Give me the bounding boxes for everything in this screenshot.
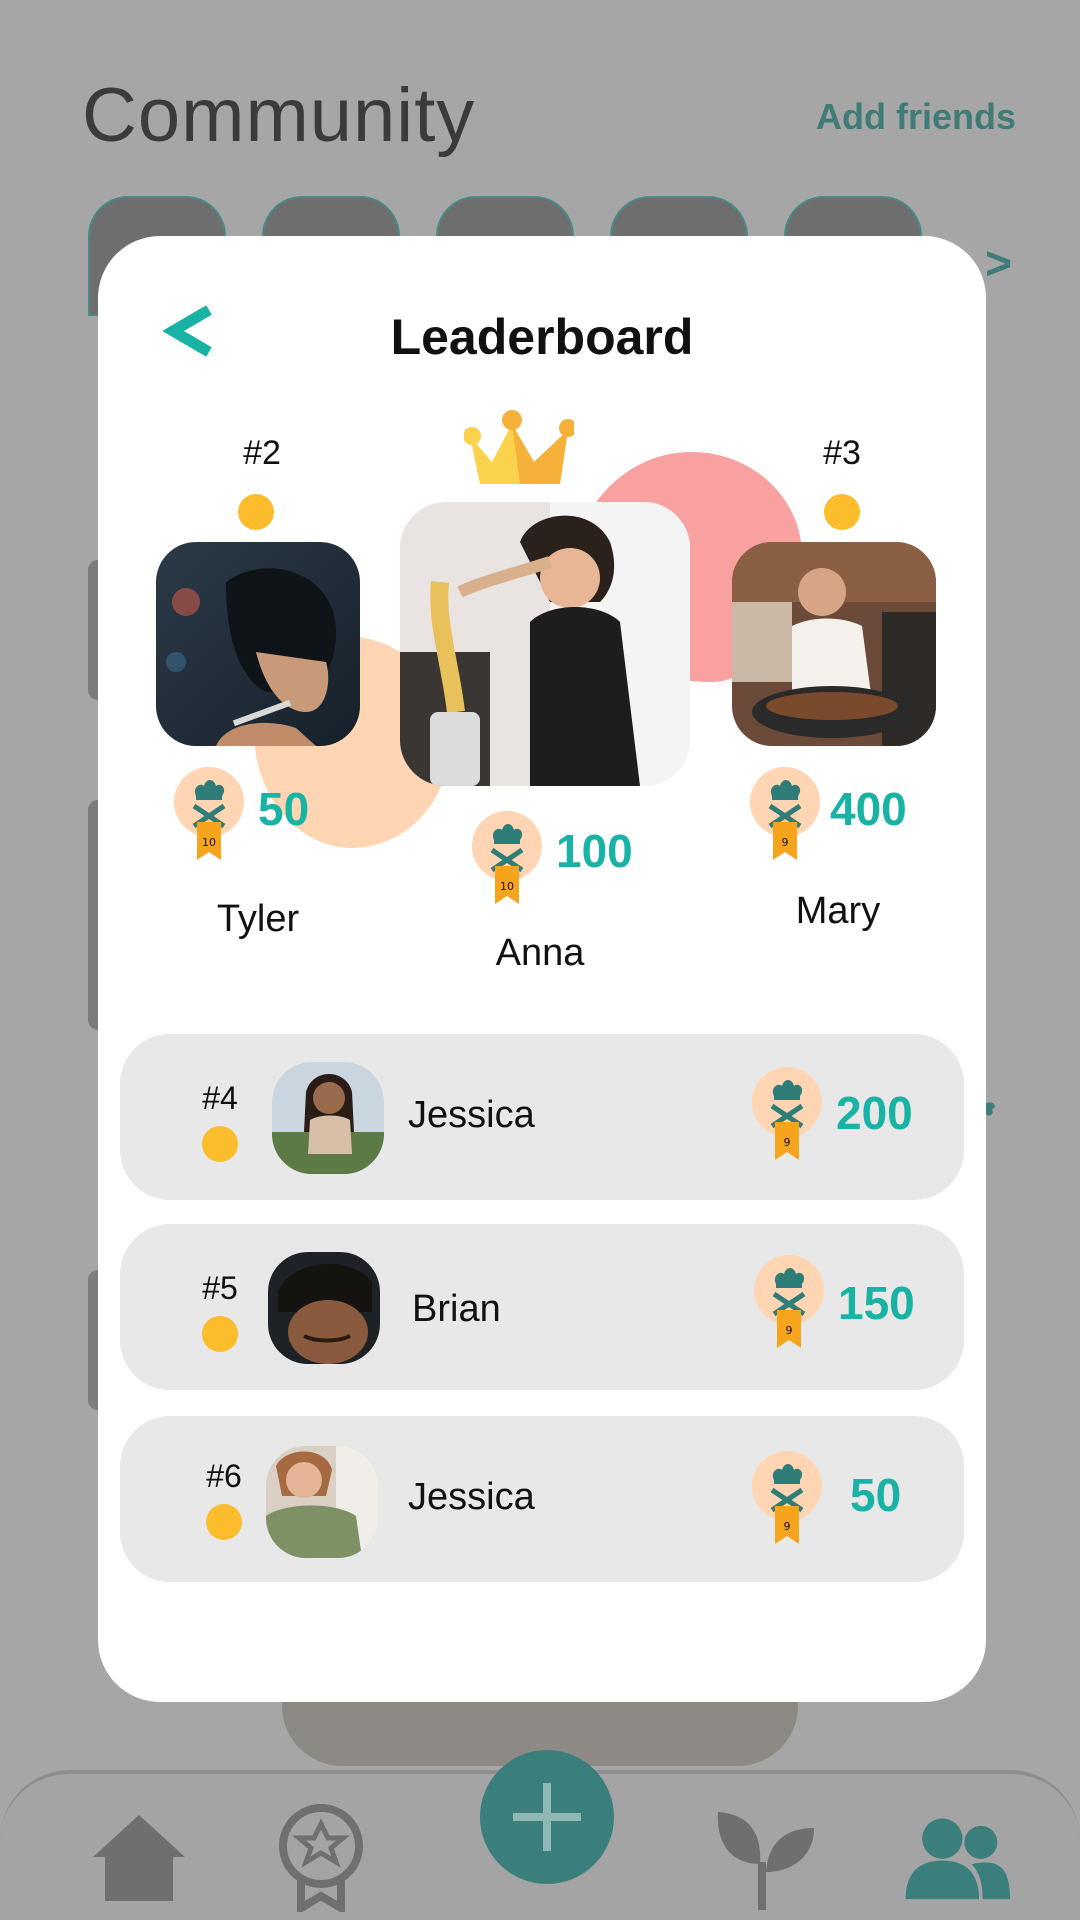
row-name: Brian xyxy=(412,1288,501,1330)
name-mary: Mary xyxy=(795,890,881,932)
avatar-mary[interactable] xyxy=(732,542,936,746)
badge-level: 9 xyxy=(786,1324,793,1337)
badge-level: 10 xyxy=(500,880,514,893)
leaderboard-row[interactable]: #6 Jessica 9 50 xyxy=(120,1416,964,1582)
chef-badge-icon: 10 xyxy=(172,766,246,866)
leaderboard-modal: Leaderboard #2 10 50 Tyler 10 100 Anna #… xyxy=(98,236,986,1702)
rank-dot xyxy=(202,1316,238,1352)
row-score: 50 xyxy=(850,1469,902,1521)
chef-badge-icon: 9 xyxy=(750,1450,824,1550)
home-icon[interactable] xyxy=(84,1802,194,1912)
badge-level: 9 xyxy=(784,1520,791,1533)
page-title: Community xyxy=(82,73,476,158)
plant-icon[interactable] xyxy=(710,1802,820,1912)
avatar-jessica[interactable] xyxy=(266,1446,378,1558)
row-name: Jessica xyxy=(408,1094,535,1136)
avatar-tyler[interactable] xyxy=(156,542,360,746)
name-anna: Anna xyxy=(495,932,585,974)
modal-title: Leaderboard xyxy=(390,309,694,365)
row-name: Jessica xyxy=(408,1476,535,1518)
chef-badge-icon: 9 xyxy=(752,1254,826,1354)
add-post-button[interactable] xyxy=(480,1750,614,1884)
next-friends-chevron-icon[interactable]: > xyxy=(985,236,1012,290)
add-friends-link[interactable]: Add friends xyxy=(816,96,1016,138)
podium-rank-2: #2 xyxy=(243,434,281,472)
badge-icon[interactable] xyxy=(266,1802,376,1912)
name-tyler: Tyler xyxy=(216,898,300,940)
score-tyler: 50 xyxy=(258,783,310,835)
avatar-anna[interactable] xyxy=(400,502,690,786)
leaderboard-row[interactable]: #4 Jessica 9 200 xyxy=(120,1034,964,1200)
badge-level: 10 xyxy=(202,836,216,849)
chef-badge-icon: 10 xyxy=(470,810,544,910)
bottom-navigation xyxy=(0,1750,1080,1920)
community-icon[interactable] xyxy=(902,1802,1012,1912)
rank-dot xyxy=(238,494,274,530)
badge-level: 9 xyxy=(784,1136,791,1149)
avatar-brian[interactable] xyxy=(268,1252,380,1364)
rank-dot xyxy=(206,1504,242,1540)
chef-badge-icon: 9 xyxy=(748,766,822,866)
row-score: 150 xyxy=(838,1277,915,1329)
crown-icon xyxy=(464,410,574,484)
row-rank: #4 xyxy=(202,1080,238,1116)
score-anna: 100 xyxy=(556,825,633,877)
rank-dot xyxy=(202,1126,238,1162)
chef-badge-icon: 9 xyxy=(750,1066,824,1166)
avatar-jessica[interactable] xyxy=(272,1062,384,1174)
badge-level: 9 xyxy=(782,836,789,849)
score-mary: 400 xyxy=(830,783,907,835)
row-rank: #5 xyxy=(202,1270,238,1306)
row-rank: #6 xyxy=(206,1458,242,1494)
rank-dot xyxy=(824,494,860,530)
podium-rank-3: #3 xyxy=(823,434,861,472)
row-score: 200 xyxy=(836,1087,913,1139)
leaderboard-row[interactable]: #5 Brian 9 150 xyxy=(120,1224,964,1390)
